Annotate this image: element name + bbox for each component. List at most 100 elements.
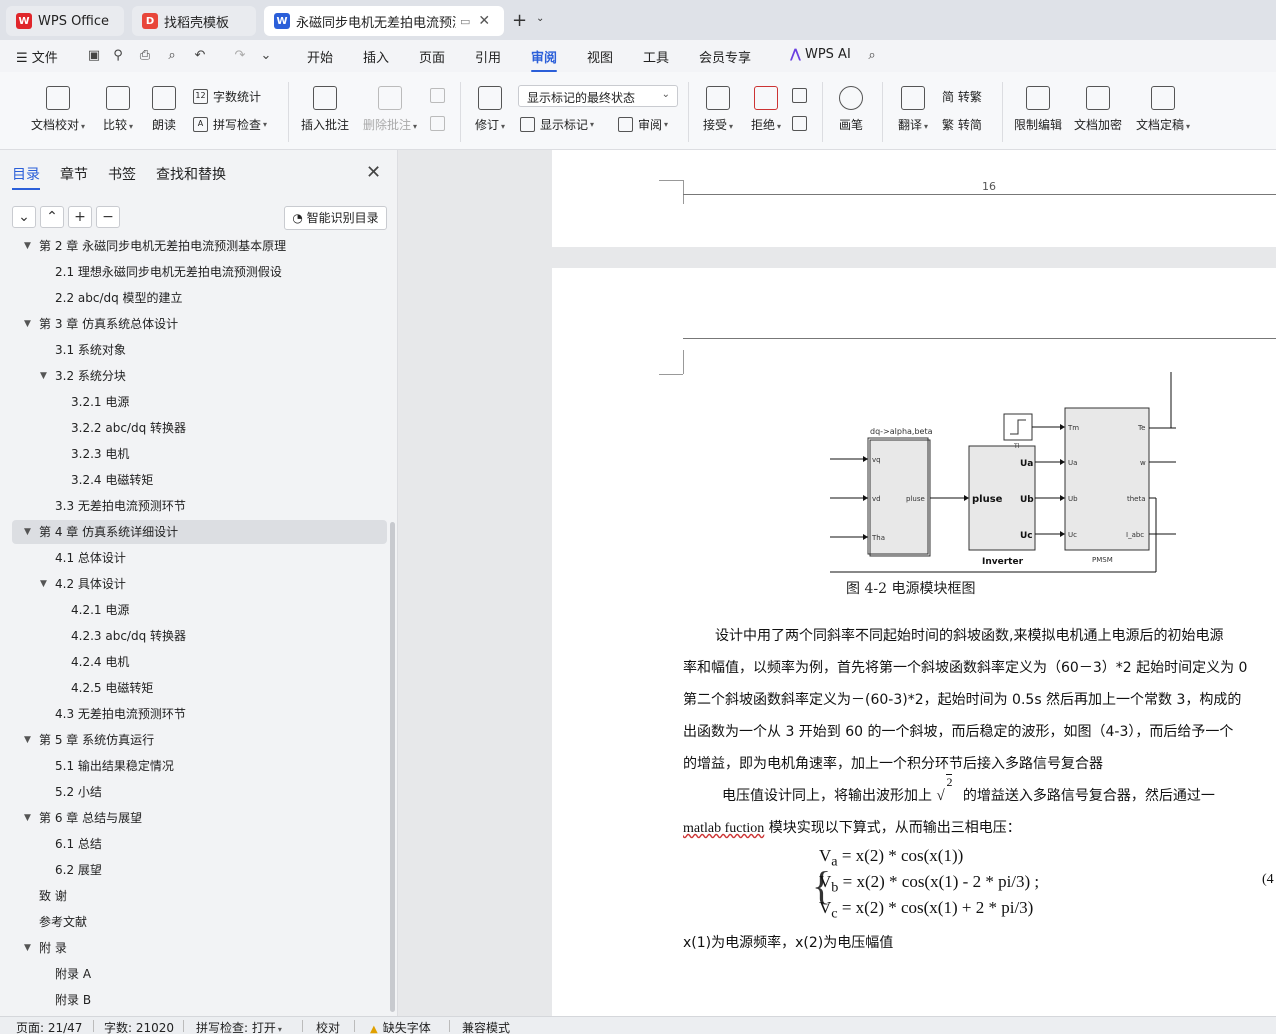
toc-item[interactable]: 3.1 系统对象 — [55, 338, 126, 362]
menu-wps-ai[interactable]: ⋀ WPS AI — [790, 47, 851, 62]
delete-comment-button[interactable]: 删除批注 ▾ — [360, 86, 420, 133]
prev-comment-button[interactable] — [430, 88, 450, 103]
print-preview-icon[interactable]: ⌕ — [164, 48, 180, 64]
toc-toggle-icon[interactable]: ▼ — [24, 806, 31, 830]
toc-item[interactable]: 第 5 章 系统仿真运行 — [39, 728, 154, 752]
save-icon[interactable]: ▣ — [86, 48, 102, 64]
file-menu[interactable]: ☰ 文件 — [16, 47, 58, 66]
menu-page[interactable]: 页面 — [419, 47, 445, 66]
add-heading-button[interactable]: + — [68, 206, 92, 228]
toc-toggle-icon[interactable]: ▼ — [40, 364, 47, 388]
word-count-button[interactable]: 12 字数统计 — [193, 88, 261, 105]
toc-toggle-icon[interactable]: ▼ — [24, 312, 31, 336]
to-traditional-button[interactable]: 简 转繁 — [942, 88, 982, 105]
status-missing-font[interactable]: 缺失字体 — [370, 1019, 431, 1034]
nav-tab-find-replace[interactable]: 查找和替换 — [156, 164, 226, 184]
reject-button[interactable]: 拒绝 ▾ — [746, 86, 786, 133]
toc-item[interactable]: 3.2.2 abc/dq 转换器 — [71, 416, 186, 440]
toc-item[interactable]: 附录 B — [55, 988, 91, 1012]
status-words[interactable]: 字数: 21020 — [104, 1019, 174, 1034]
toc-item[interactable]: 致 谢 — [39, 884, 67, 908]
nav-tab-toc[interactable]: 目录 — [12, 164, 40, 190]
chevron-down-icon[interactable]: ⌄ — [536, 13, 544, 24]
toc-item[interactable]: 第 4 章 仿真系统详细设计 — [39, 520, 178, 544]
toc-item[interactable]: 3.2.3 电机 — [71, 442, 129, 466]
toc-toggle-icon[interactable]: ▼ — [24, 728, 31, 752]
encrypt-button[interactable]: 文档加密 — [1072, 86, 1124, 133]
toc-toggle-icon[interactable]: ▼ — [24, 520, 31, 544]
smart-toc-button[interactable]: ◔ 智能识别目录 — [284, 206, 387, 230]
toc-item[interactable]: 6.2 展望 — [55, 858, 102, 882]
tab-document[interactable]: W 永磁同步电机无差拍电流预测 ▭ ✕ — [264, 6, 504, 36]
menu-member[interactable]: 会员专享 — [699, 47, 751, 66]
to-simplified-button[interactable]: 繁 转简 — [942, 116, 982, 133]
translate-button[interactable]: 翻译 ▾ — [893, 86, 933, 133]
toc-item[interactable]: 3.2.4 电磁转矩 — [71, 468, 153, 492]
toc-item[interactable]: 附录 A — [55, 962, 91, 986]
tab-docer[interactable]: D 找稻壳模板 — [132, 6, 256, 36]
toc-item[interactable]: 4.2.5 电磁转矩 — [71, 676, 153, 700]
toc-item[interactable]: 第 6 章 总结与展望 — [39, 806, 142, 830]
toc-item[interactable]: 4.1 总体设计 — [55, 546, 126, 570]
toc-item[interactable]: 第 3 章 仿真系统总体设计 — [39, 312, 178, 336]
markup-mode-select[interactable]: 显示标记的最终状态 ⌄ — [518, 85, 678, 107]
toc-item[interactable]: 3.3 无差拍电流预测环节 — [55, 494, 186, 518]
finalize-button[interactable]: 文档定稿 ▾ — [1133, 86, 1193, 133]
toc-toggle-icon[interactable]: ▼ — [24, 936, 31, 960]
toc-item[interactable]: 6.1 总结 — [55, 832, 102, 856]
toc-item[interactable]: 3.2.1 电源 — [71, 390, 129, 414]
share-icon[interactable]: ⚲ — [110, 48, 126, 64]
pen-button[interactable]: 画笔 — [834, 86, 868, 133]
document-canvas[interactable]: 16 dq->alpha,beta vq vd Tha pluse pluse … — [399, 150, 1276, 1016]
expand-down-button[interactable]: ⌄ — [12, 206, 36, 228]
status-spell[interactable]: 拼写检查: 打开 ▾ — [196, 1019, 282, 1034]
undo-icon[interactable]: ↶ — [192, 48, 208, 64]
toc-item[interactable]: 5.2 小结 — [55, 780, 102, 804]
more-chevron-icon[interactable]: ⌄ — [258, 48, 274, 64]
search-icon[interactable]: ⌕ — [864, 48, 880, 64]
toc-item[interactable]: 第 2 章 永磁同步电机无差拍电流预测基本原理 — [39, 234, 286, 258]
remove-heading-button[interactable]: − — [96, 206, 120, 228]
menu-view[interactable]: 视图 — [587, 47, 613, 66]
track-changes-button[interactable]: 修订 ▾ — [470, 86, 510, 133]
next-change-button[interactable] — [792, 116, 812, 131]
new-tab-icon[interactable]: + — [512, 10, 527, 31]
show-markup-button[interactable]: 显示标记 ▾ — [520, 116, 594, 133]
close-icon[interactable]: ✕ — [366, 162, 381, 183]
toc-item[interactable]: 2.1 理想永磁同步电机无差拍电流预测假设 — [55, 260, 282, 284]
compare-button[interactable]: 比较 ▾ — [98, 86, 138, 133]
tab-wps-office[interactable]: W WPS Office — [6, 6, 124, 36]
toc-item[interactable]: 4.2.3 abc/dq 转换器 — [71, 624, 186, 648]
nav-tab-sections[interactable]: 章节 — [60, 164, 88, 184]
accept-button[interactable]: 接受 ▾ — [698, 86, 738, 133]
read-aloud-button[interactable]: 朗读 — [148, 86, 180, 133]
toc-item[interactable]: 附 录 — [39, 936, 67, 960]
menu-review[interactable]: 审阅 — [531, 47, 558, 72]
review-pane-button[interactable]: 审阅 ▾ — [618, 116, 668, 133]
menu-tools[interactable]: 工具 — [643, 47, 669, 66]
toc-toggle-icon[interactable]: ▼ — [24, 234, 31, 258]
collapse-up-button[interactable]: ⌃ — [40, 206, 64, 228]
redo-icon[interactable]: ↷ — [232, 48, 248, 64]
spell-check-button[interactable]: A 拼写检查 ▾ — [193, 116, 267, 133]
insert-comment-button[interactable]: 插入批注 — [300, 86, 350, 133]
toc-scrollbar[interactable] — [390, 522, 395, 1012]
status-proof[interactable]: 校对 — [316, 1019, 340, 1034]
close-icon[interactable]: ✕ — [478, 13, 490, 29]
toc-item[interactable]: 参考文献 — [39, 910, 87, 934]
doc-check-button[interactable]: 文档校对 ▾ — [28, 86, 88, 133]
menu-reference[interactable]: 引用 — [475, 47, 501, 66]
toc-item[interactable]: 5.1 输出结果稳定情况 — [55, 754, 174, 778]
toc-item[interactable]: 4.2.1 电源 — [71, 598, 129, 622]
toc-item[interactable]: 4.2.4 电机 — [71, 650, 129, 674]
toc-item[interactable]: 4.3 无差拍电流预测环节 — [55, 702, 186, 726]
toc-toggle-icon[interactable]: ▼ — [40, 572, 47, 596]
print-icon[interactable]: ⎙ — [137, 48, 153, 64]
next-comment-button[interactable] — [430, 116, 450, 131]
prev-change-button[interactable] — [792, 88, 812, 103]
nav-tab-bookmarks[interactable]: 书签 — [108, 164, 136, 184]
toc-item[interactable]: 4.2 具体设计 — [55, 572, 126, 596]
menu-start[interactable]: 开始 — [307, 47, 333, 66]
status-page[interactable]: 页面: 21/47 — [16, 1019, 82, 1034]
menu-insert[interactable]: 插入 — [363, 47, 389, 66]
